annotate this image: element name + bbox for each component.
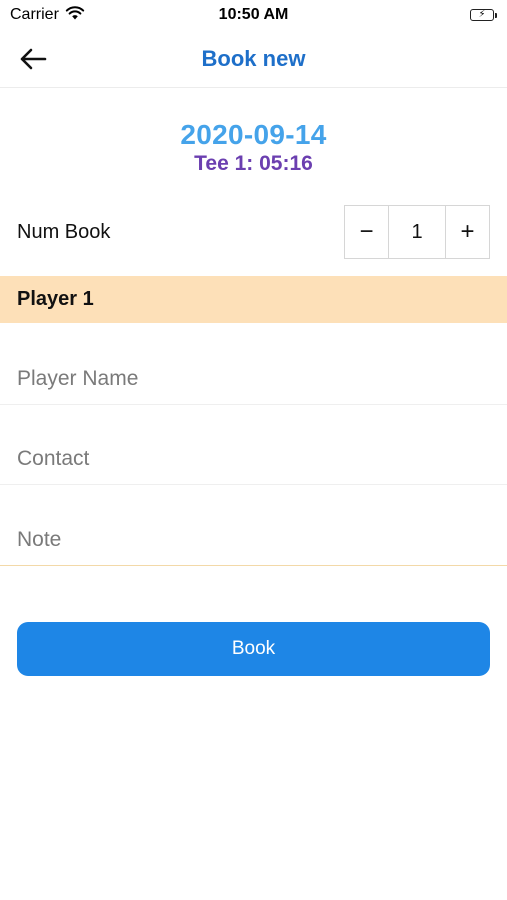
carrier-label: Carrier: [10, 6, 59, 23]
contact-input[interactable]: [17, 442, 487, 476]
num-book-row: Num Book − 1 +: [0, 203, 507, 261]
increment-button[interactable]: +: [446, 206, 489, 258]
contact-field-row: [0, 405, 507, 485]
book-button[interactable]: Book: [17, 622, 490, 676]
booking-date: 2020-09-14: [180, 119, 327, 150]
player-section-header: Player 1: [0, 276, 507, 323]
note-input[interactable]: [17, 523, 487, 557]
status-bar: Carrier 10:50 AM ⚡: [0, 0, 507, 30]
num-book-stepper: − 1 +: [344, 205, 490, 259]
wifi-icon: [65, 5, 85, 25]
num-book-value: 1: [388, 206, 446, 258]
note-field-row: [0, 486, 507, 566]
back-button[interactable]: [16, 42, 50, 76]
battery-charging-icon: ⚡: [470, 9, 497, 21]
player-name-field-row: [0, 325, 507, 405]
booking-tee-time: Tee 1: 05:16: [194, 152, 313, 175]
book-new-screen: Carrier 10:50 AM ⚡ Book new 2020-09-14 T…: [0, 0, 507, 900]
status-left: Carrier: [10, 5, 130, 25]
status-right: ⚡: [377, 9, 497, 21]
nav-bar: Book new: [0, 30, 507, 88]
arrow-left-icon: [20, 48, 47, 70]
decrement-button[interactable]: −: [345, 206, 388, 258]
booking-info: 2020-09-14 Tee 1: 05:16: [0, 118, 507, 176]
num-book-label: Num Book: [17, 220, 111, 243]
page-title: Book new: [201, 45, 306, 71]
player-name-input[interactable]: [17, 362, 487, 396]
